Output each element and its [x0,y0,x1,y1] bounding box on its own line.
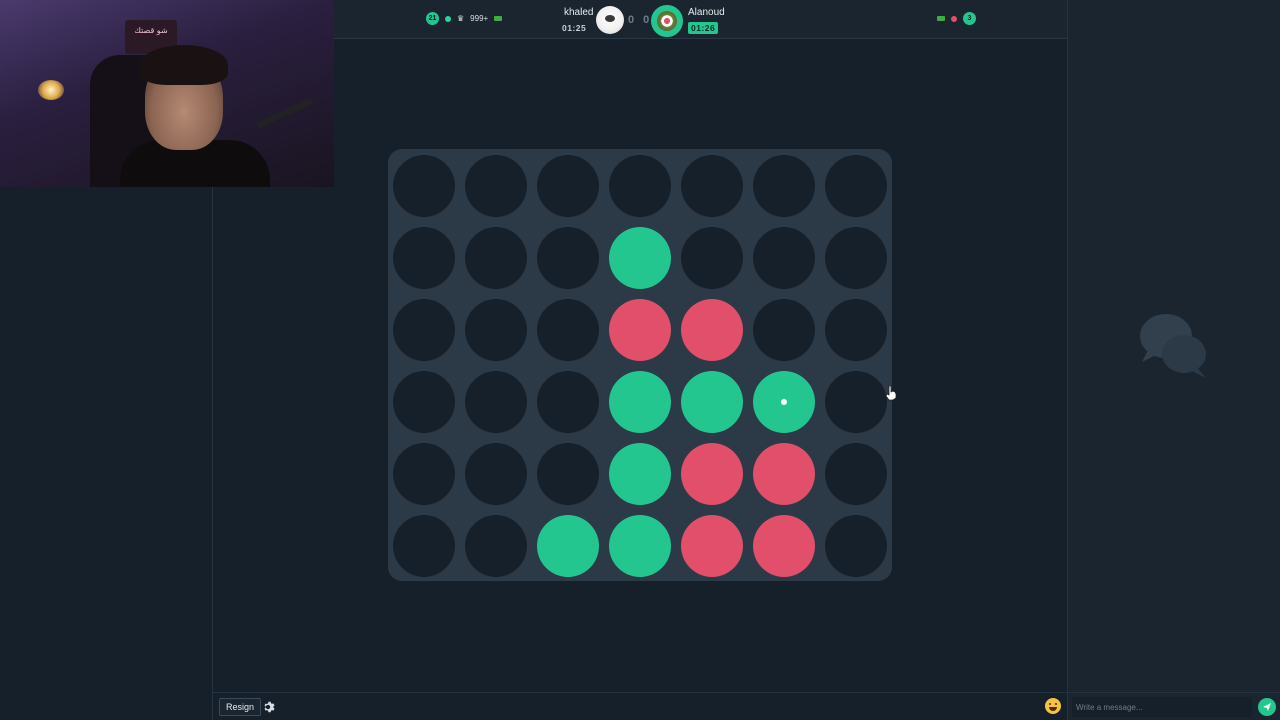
board-cell[interactable] [465,299,527,361]
board-cell[interactable] [609,155,671,217]
connect-four-board[interactable] [388,149,892,581]
board-cell[interactable] [393,299,455,361]
player1-stats: 21 ♛ 999+ [426,12,503,25]
rank-value: 999+ [470,14,489,23]
players-scoreboard: khaled 01:25 0 0 Alanoud 01:26 [554,4,854,37]
microphone-arm [256,97,314,129]
board-cell[interactable] [825,371,887,433]
board-cell[interactable] [393,155,455,217]
gear-icon[interactable] [261,700,275,714]
board-cell[interactable] [825,443,887,505]
chat-bubbles-icon [1140,314,1206,378]
board-cell[interactable] [681,443,743,505]
board-cell[interactable] [753,443,815,505]
board-cell[interactable] [825,299,887,361]
level-badge: 3 [963,12,976,25]
player-color-icon [951,15,957,22]
emoji-icon[interactable] [1045,698,1061,714]
board-cell[interactable] [537,371,599,433]
board-cell[interactable] [465,443,527,505]
chat-message-input[interactable] [1072,697,1252,717]
board-cell[interactable] [681,371,743,433]
game-footer: Resign [213,692,1067,720]
level-badge: 21 [426,12,439,25]
board-cell[interactable] [609,515,671,577]
flag-icon [494,16,503,21]
board-cell[interactable] [681,299,743,361]
board-cell[interactable] [609,299,671,361]
board-grid[interactable] [392,153,888,577]
player1-name[interactable]: khaled [564,7,593,18]
board-cell[interactable] [465,515,527,577]
board-cell[interactable] [537,155,599,217]
board-cell[interactable] [537,443,599,505]
board-cell[interactable] [537,515,599,577]
game-area: 21 ♛ 999+ khaled 01:25 0 0 Alanoud 01:26… [213,0,1067,720]
board-cell[interactable] [609,227,671,289]
chat-panel [1067,0,1280,720]
board-cell[interactable] [681,227,743,289]
board-cell[interactable] [681,155,743,217]
board-cell[interactable] [753,227,815,289]
board-cell[interactable] [393,515,455,577]
player2-stats: 3 [937,12,976,25]
resign-button[interactable]: Resign [219,698,262,716]
player1-avatar[interactable] [596,6,624,34]
board-cell[interactable] [609,371,671,433]
chat-composer [1068,692,1280,720]
online-status-icon [445,15,451,22]
board-cell[interactable] [681,515,743,577]
match-header: 21 ♛ 999+ khaled 01:25 0 0 Alanoud 01:26… [334,0,1067,39]
board-cell[interactable] [465,371,527,433]
board-cell[interactable] [393,227,455,289]
send-icon[interactable] [1258,698,1276,716]
board-cell[interactable] [393,443,455,505]
last-move-marker-icon [781,399,787,405]
player2-timer: 01:26 [688,22,719,34]
board-cell[interactable] [753,299,815,361]
board-cell[interactable] [465,227,527,289]
player1-timer: 01:25 [562,23,587,33]
board-cell[interactable] [465,155,527,217]
board-cell[interactable] [753,515,815,577]
flag-icon [937,16,945,21]
board-cell[interactable] [537,299,599,361]
match-score: 0 0 [628,14,653,26]
player2-name[interactable]: Alanoud [688,7,725,18]
board-cell[interactable] [537,227,599,289]
hand-cursor-icon [885,385,897,401]
board-cell[interactable] [753,155,815,217]
board-cell[interactable] [753,371,815,433]
streamer-hair [140,45,228,85]
crown-icon: ♛ [457,14,465,23]
board-cell[interactable] [825,515,887,577]
player2-avatar[interactable] [651,5,683,37]
board-cell[interactable] [609,443,671,505]
board-cell[interactable] [393,371,455,433]
lamp-light [38,80,64,100]
board-cell[interactable] [825,227,887,289]
board-cell[interactable] [825,155,887,217]
webcam-overlay: شو قصتك [0,0,334,187]
